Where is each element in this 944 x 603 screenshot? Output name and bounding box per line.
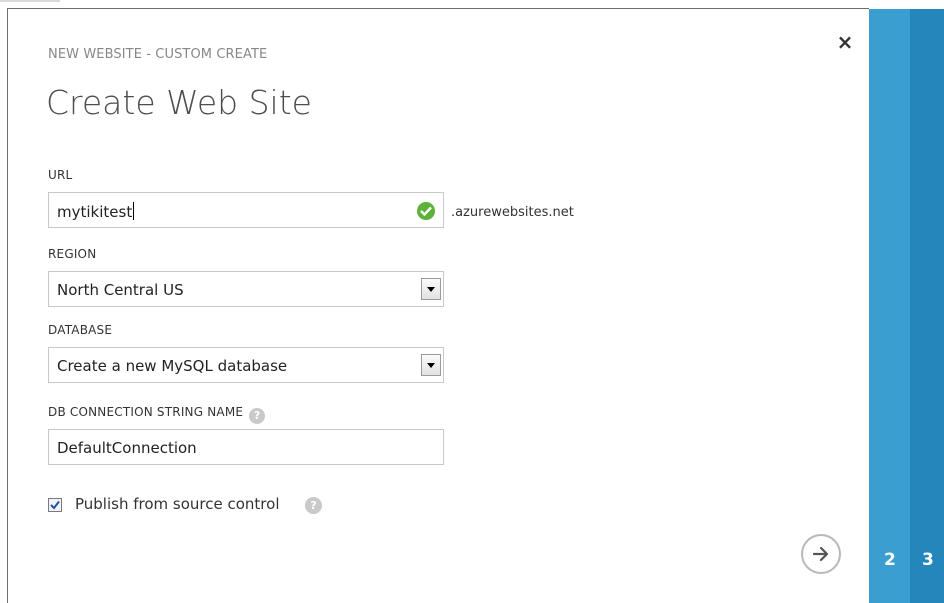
arrow-right-icon xyxy=(812,546,829,562)
text-caret xyxy=(133,202,135,220)
chevron-down-icon[interactable] xyxy=(421,354,441,376)
next-button[interactable] xyxy=(801,534,841,574)
wizard-step-3[interactable]: 3 xyxy=(910,9,944,603)
wizard-step-number: 2 xyxy=(884,550,896,570)
database-label: DATABASE xyxy=(48,323,113,337)
url-input[interactable]: mytikitest xyxy=(48,192,444,228)
url-domain-suffix: .azurewebsites.net xyxy=(451,205,574,220)
chevron-down-icon[interactable] xyxy=(421,278,441,300)
help-icon[interactable]: ? xyxy=(249,408,266,424)
wizard-step-2[interactable]: 2 xyxy=(869,9,910,603)
region-select[interactable]: North Central US xyxy=(48,271,444,307)
connection-string-input[interactable]: DefaultConnection xyxy=(48,429,444,465)
create-web-site-dialog: NEW WEBSITE - CUSTOM CREATE Create Web S… xyxy=(8,9,869,603)
dialog-title: Create Web Site xyxy=(46,83,312,122)
wizard-step-number: 3 xyxy=(922,550,934,570)
region-selected-value: North Central US xyxy=(57,281,184,299)
database-select[interactable]: Create a new MySQL database xyxy=(48,347,444,383)
connection-string-label: DB CONNECTION STRING NAME? xyxy=(48,405,266,424)
connection-string-value: DefaultConnection xyxy=(57,439,197,457)
url-label: URL xyxy=(48,168,73,182)
publish-checkbox[interactable] xyxy=(48,498,62,512)
dialog-subtitle: NEW WEBSITE - CUSTOM CREATE xyxy=(48,47,268,62)
connection-string-label-text: DB CONNECTION STRING NAME xyxy=(48,405,244,419)
help-icon[interactable]: ? xyxy=(305,497,322,514)
background-strip xyxy=(0,0,60,2)
publish-checkbox-label[interactable]: Publish from source control xyxy=(75,495,280,513)
database-selected-value: Create a new MySQL database xyxy=(57,357,288,375)
close-icon[interactable]: × xyxy=(834,31,856,53)
region-label: REGION xyxy=(48,247,97,261)
url-input-value: mytikitest xyxy=(57,202,135,221)
check-circle-icon xyxy=(417,202,435,220)
